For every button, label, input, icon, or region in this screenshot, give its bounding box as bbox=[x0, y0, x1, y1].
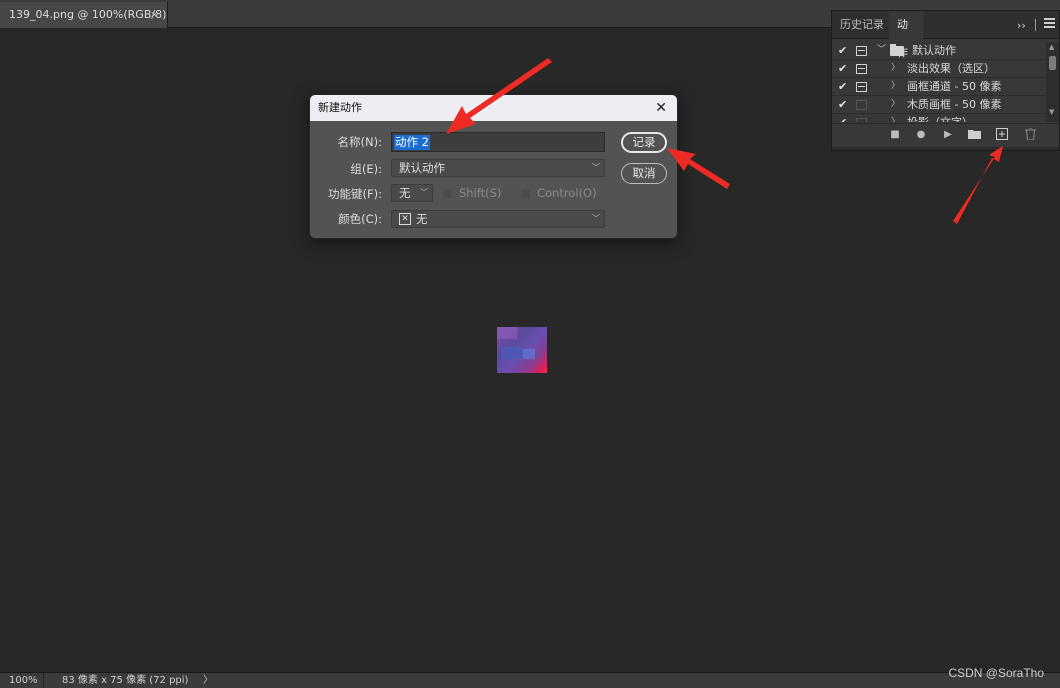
function-key-label: 功能键(F): bbox=[328, 187, 382, 201]
panel-expand-icon[interactable]: ›› bbox=[1017, 19, 1026, 32]
tab-history[interactable]: 历史记录 bbox=[832, 11, 892, 39]
close-icon[interactable]: ✕ bbox=[655, 95, 667, 121]
dialog-toggle-icon[interactable] bbox=[856, 118, 867, 122]
folder-icon bbox=[890, 44, 904, 56]
list-item[interactable]: ✔ ﹀ 默认动作 bbox=[832, 42, 1046, 60]
document-tab-title: 139_04.png @ 100%(RGB/8) bbox=[9, 8, 167, 21]
set-field-label: 组(E): bbox=[350, 162, 382, 176]
record-button[interactable]: 记录 bbox=[621, 132, 667, 153]
scrollbar-thumb[interactable] bbox=[1049, 56, 1056, 70]
scroll-up-icon[interactable]: ▲ bbox=[1049, 43, 1054, 51]
control-checkbox[interactable] bbox=[521, 190, 530, 199]
checkmark-icon[interactable]: ✔ bbox=[838, 97, 848, 113]
scroll-down-icon[interactable]: ▼ bbox=[1049, 108, 1054, 116]
action-set-label: 默认动作 bbox=[912, 44, 956, 57]
shift-checkbox-label: Shift(S) bbox=[459, 186, 502, 200]
new-action-dialog: 新建动作 ✕ 名称(N): 动作 2 组(E): 默认动作 ﹀ 功能键(F): … bbox=[309, 94, 678, 239]
zoom-level[interactable]: 100% bbox=[0, 673, 44, 688]
new-set-icon[interactable] bbox=[967, 128, 981, 142]
trash-icon[interactable] bbox=[1023, 127, 1037, 142]
play-icon[interactable]: ▶ bbox=[941, 128, 955, 142]
list-item[interactable]: ✔ 〉 投影（文字） bbox=[832, 114, 1046, 122]
document-tab[interactable]: 139_04.png @ 100%(RGB/8) × bbox=[0, 2, 168, 28]
list-item[interactable]: ✔ 〉 画框通道 - 50 像素 bbox=[832, 78, 1046, 96]
name-field-label: 名称(N): bbox=[337, 135, 382, 149]
panel-footer: ■ ● ▶ bbox=[832, 123, 1059, 146]
dialog-toggle-icon[interactable] bbox=[856, 82, 867, 92]
set-select-value: 默认动作 bbox=[399, 161, 445, 175]
name-input[interactable]: 动作 2 bbox=[391, 132, 605, 152]
panel-bottom-edge bbox=[832, 147, 1059, 150]
chevron-right-icon[interactable]: 〉 bbox=[891, 78, 900, 95]
shift-checkbox[interactable] bbox=[443, 190, 452, 199]
list-item[interactable]: ✔ 〉 木质画框 - 50 像素 bbox=[832, 96, 1046, 114]
list-item[interactable]: ✔ 〉 淡出效果（选区） bbox=[832, 60, 1046, 78]
chevron-down-icon[interactable]: ﹀ bbox=[877, 42, 886, 59]
color-select[interactable]: ✕ 无 ﹀ bbox=[391, 210, 605, 228]
dialog-title: 新建动作 bbox=[318, 101, 362, 114]
panel-tab-bar: 历史记录 动作 ›› bbox=[832, 11, 1059, 59]
function-key-value: 无 bbox=[399, 186, 411, 200]
color-select-value: 无 bbox=[416, 212, 428, 226]
chevron-down-icon: ﹀ bbox=[592, 163, 600, 172]
set-select[interactable]: 默认动作 ﹀ bbox=[391, 159, 605, 177]
panel-scrollbar[interactable]: ▲ ▼ bbox=[1046, 42, 1059, 122]
close-icon[interactable]: × bbox=[150, 2, 159, 28]
checkmark-icon[interactable]: ✔ bbox=[838, 79, 848, 95]
control-checkbox-label: Control(O) bbox=[537, 186, 597, 200]
watermark: CSDN @SoraTho bbox=[948, 666, 1044, 680]
new-action-icon[interactable] bbox=[995, 128, 1009, 142]
dialog-toggle-icon[interactable] bbox=[856, 64, 867, 74]
tab-actions[interactable]: 动作 bbox=[889, 11, 923, 59]
panel-divider bbox=[1035, 19, 1036, 31]
no-color-swatch-icon: ✕ bbox=[399, 213, 411, 225]
status-menu-arrow-icon[interactable]: 〉 bbox=[203, 673, 213, 688]
function-key-select[interactable]: 无 ﹀ bbox=[391, 184, 433, 202]
chevron-right-icon[interactable]: 〉 bbox=[891, 114, 900, 122]
action-label: 木质画框 - 50 像素 bbox=[907, 98, 1002, 111]
dialog-toggle-icon[interactable] bbox=[856, 46, 867, 56]
chevron-right-icon[interactable]: 〉 bbox=[891, 96, 900, 113]
panel-menu-icon[interactable] bbox=[1044, 18, 1055, 30]
checkmark-icon[interactable]: ✔ bbox=[838, 115, 848, 122]
chevron-down-icon: ﹀ bbox=[592, 214, 600, 223]
chevron-right-icon[interactable]: 〉 bbox=[891, 60, 900, 77]
document-image bbox=[497, 327, 547, 373]
chevron-down-icon: ﹀ bbox=[420, 188, 428, 197]
cancel-button[interactable]: 取消 bbox=[621, 163, 667, 184]
status-bar: 100% 83 像素 x 75 像素 (72 ppi) 〉 bbox=[0, 672, 1060, 688]
color-field-label: 颜色(C): bbox=[338, 212, 382, 226]
action-label: 淡出效果（选区） bbox=[907, 62, 995, 75]
action-label: 画框通道 - 50 像素 bbox=[907, 80, 1002, 93]
actions-list: ✔ ﹀ 默认动作 ✔ 〉 淡出效果（选区） ✔ 〉 画框通道 - 50 像素 ✔… bbox=[832, 42, 1046, 122]
dialog-toggle-icon[interactable] bbox=[856, 100, 867, 110]
actions-panel: 历史记录 动作 ›› ✔ ﹀ 默认动作 ✔ 〉 淡出效果（选区） ✔ 〉 画框通… bbox=[831, 10, 1060, 151]
action-label: 投影（文字） bbox=[907, 114, 973, 122]
document-info: 83 像素 x 75 像素 (72 ppi) bbox=[62, 675, 189, 686]
stop-icon[interactable]: ■ bbox=[888, 128, 902, 142]
dialog-title-bar[interactable]: 新建动作 ✕ bbox=[310, 95, 677, 121]
checkmark-icon[interactable]: ✔ bbox=[838, 61, 848, 77]
record-icon[interactable]: ● bbox=[914, 128, 928, 142]
name-input-value: 动作 2 bbox=[394, 135, 430, 150]
checkmark-icon[interactable]: ✔ bbox=[838, 43, 848, 59]
